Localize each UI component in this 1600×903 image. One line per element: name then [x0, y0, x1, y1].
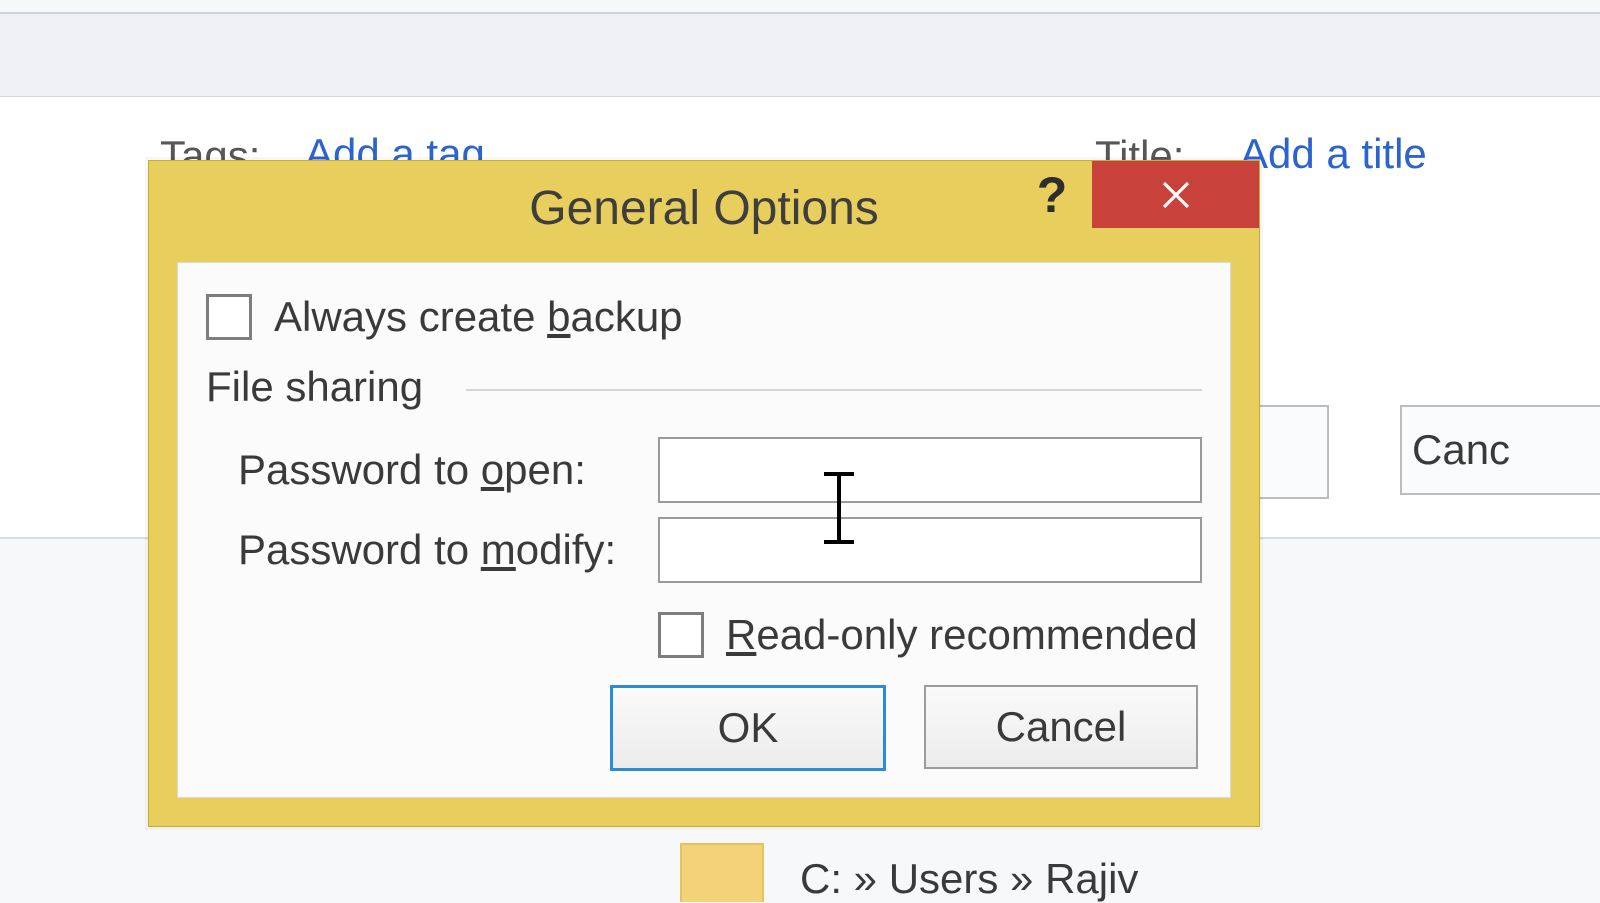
dialog-titlebar: General Options ?: [149, 161, 1259, 256]
readonly-checkbox[interactable]: [658, 612, 704, 658]
help-button[interactable]: ?: [1012, 161, 1092, 228]
close-icon: [1161, 180, 1191, 210]
cancel-button[interactable]: Cancel: [924, 685, 1198, 769]
password-open-input[interactable]: [658, 437, 1202, 503]
password-modify-input[interactable]: [658, 517, 1202, 583]
bg-ribbon: [0, 14, 1600, 98]
password-modify-label: Password to modify:: [238, 526, 658, 574]
help-icon: ?: [1037, 166, 1068, 224]
readonly-row: Read-only recommended: [206, 611, 1202, 659]
always-backup-label: Always create backup: [274, 293, 683, 341]
password-modify-row: Password to modify:: [206, 517, 1202, 583]
always-backup-row: Always create backup: [206, 293, 1202, 341]
ok-button[interactable]: OK: [610, 685, 886, 771]
folder-icon: [680, 843, 764, 902]
password-open-row: Password to open:: [206, 437, 1202, 503]
password-open-label: Password to open:: [238, 446, 658, 494]
always-backup-checkbox[interactable]: [206, 294, 252, 340]
dialog-title: General Options: [529, 181, 879, 236]
close-button[interactable]: [1092, 161, 1259, 228]
dialog-button-row: OK Cancel: [206, 685, 1202, 771]
general-options-dialog: General Options ? Always create backup F…: [148, 160, 1260, 827]
readonly-label: Read-only recommended: [726, 611, 1198, 659]
bg-cancel-button[interactable]: Canc: [1400, 405, 1600, 495]
breadcrumb: C: » Users » Rajiv: [800, 855, 1138, 903]
title-placeholder[interactable]: Add a title: [1240, 130, 1427, 178]
file-sharing-heading: File sharing: [206, 363, 1202, 411]
dialog-body: Always create backup File sharing Passwo…: [177, 262, 1231, 798]
